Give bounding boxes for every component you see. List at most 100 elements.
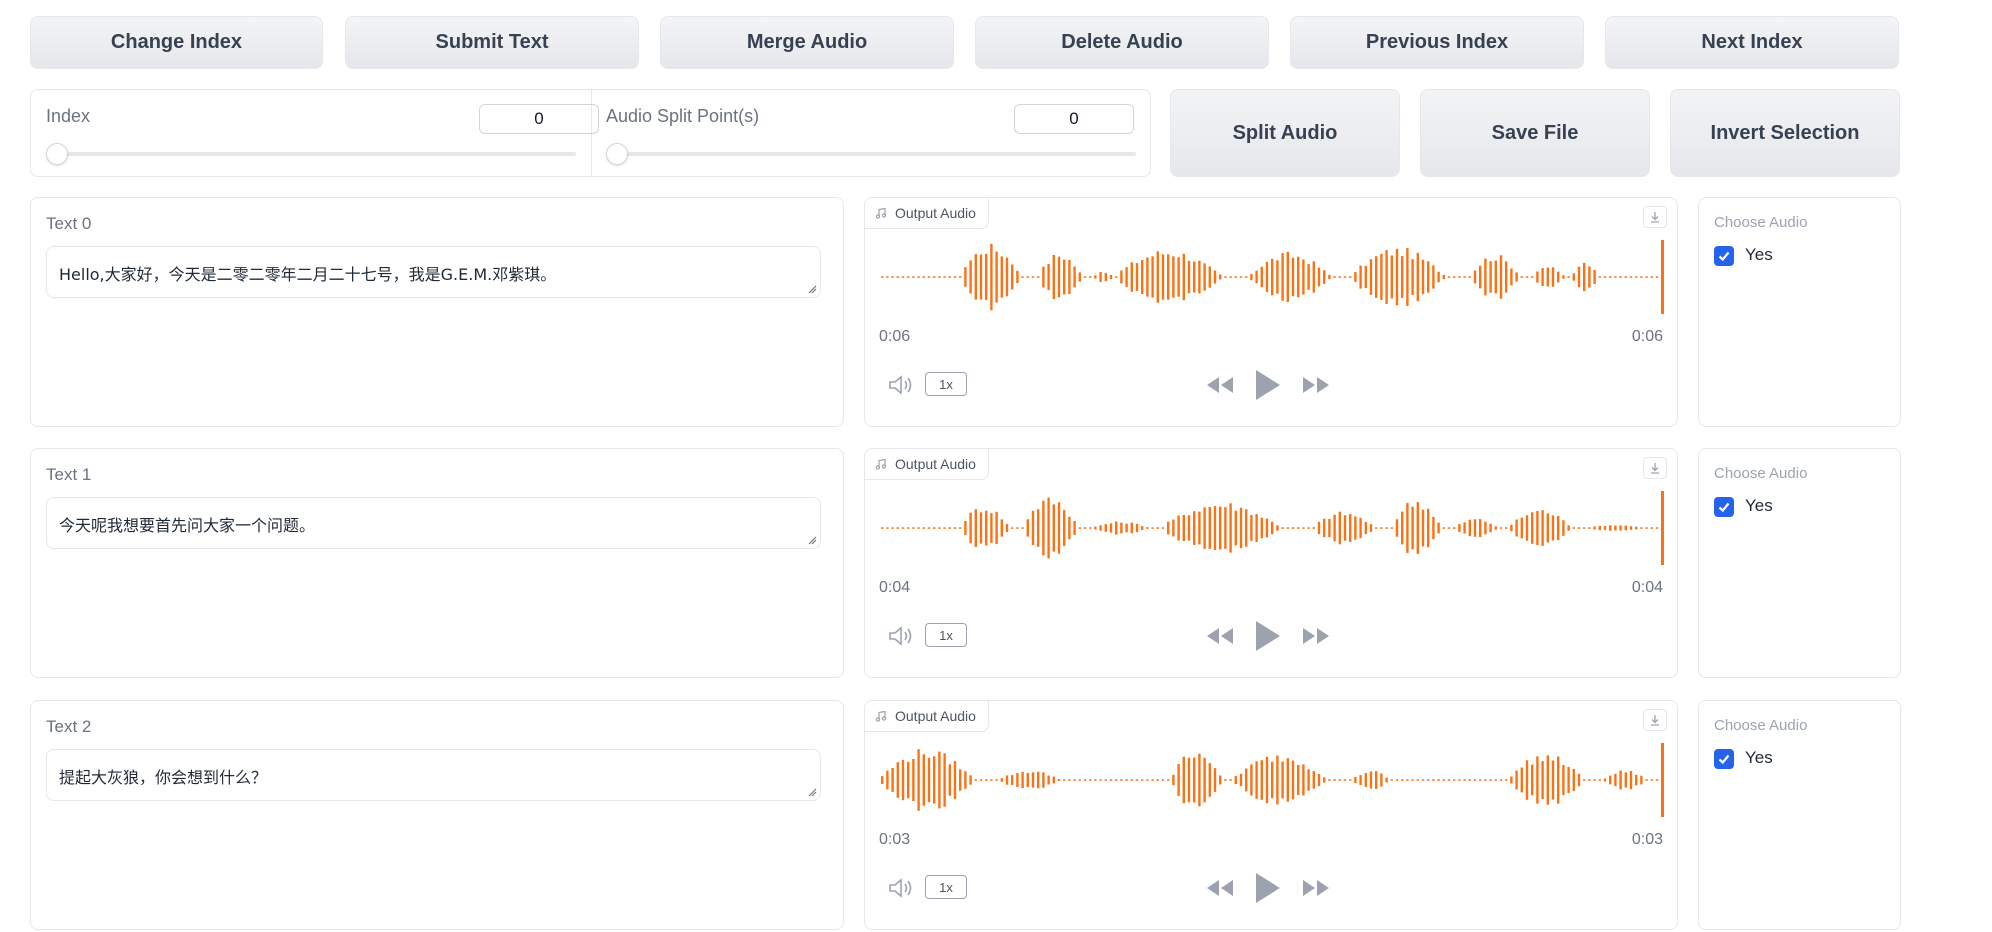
waveform-bar: [1603, 276, 1607, 278]
waveform-bar: [1037, 509, 1040, 547]
split-point-number-input[interactable]: 0: [1014, 104, 1134, 134]
waveform-bar: [1063, 259, 1066, 295]
rewind-icon[interactable]: [1205, 878, 1235, 898]
waveform-bar: [1635, 526, 1638, 530]
waveform-bar: [1421, 259, 1425, 295]
split-audio-button[interactable]: Split Audio: [1170, 89, 1400, 177]
split-slider-track[interactable]: [606, 152, 1136, 156]
waveform-bar: [1614, 525, 1617, 531]
volume-icon[interactable]: [887, 877, 915, 899]
waveform-bar: [1510, 776, 1513, 784]
change-index-button[interactable]: Change Index: [30, 16, 323, 69]
waveform-bar: [1640, 276, 1643, 278]
waveform-bar: [1276, 755, 1279, 805]
rewind-icon[interactable]: [1205, 626, 1235, 646]
fast-forward-icon[interactable]: [1301, 375, 1331, 395]
waveform-bar: [1094, 275, 1097, 279]
volume-icon[interactable]: [887, 374, 915, 396]
waveform-bar: [1239, 507, 1243, 549]
waveform-bar: [1135, 779, 1139, 781]
waveform-bar: [1125, 779, 1128, 781]
play-icon[interactable]: [1254, 368, 1282, 402]
download-button[interactable]: [1643, 457, 1667, 479]
index-slider-track[interactable]: [46, 152, 576, 156]
resize-grip-icon[interactable]: [808, 285, 817, 294]
waveform-bar: [1057, 502, 1061, 554]
waveform-bar: [1193, 261, 1196, 293]
playback-speed-button[interactable]: 1x: [925, 875, 967, 899]
fast-forward-icon[interactable]: [1301, 878, 1331, 898]
waveform-bar: [1359, 775, 1362, 785]
waveform-bar: [1094, 526, 1097, 530]
waveform-bar: [1390, 779, 1393, 781]
merge-audio-button[interactable]: Merge Audio: [660, 16, 954, 69]
waveform-bar: [1265, 756, 1269, 804]
download-button[interactable]: [1643, 709, 1667, 731]
save-file-button[interactable]: Save File: [1420, 89, 1650, 177]
split-slider-group: Audio Split Point(s) 0: [591, 90, 1151, 176]
waveform-bar: [1541, 268, 1544, 286]
waveform-bar: [1271, 521, 1274, 535]
waveform-bar: [1120, 270, 1123, 284]
waveform-playhead[interactable]: [1661, 743, 1664, 817]
waveform-bar: [1115, 276, 1118, 278]
waveform-bar: [1297, 256, 1300, 298]
waveform-bar: [1333, 276, 1336, 278]
text-input[interactable]: Hello,大家好，今天是二零二零年二月二十七号，我是G.E.M.邓紫琪。: [46, 246, 821, 298]
waveform[interactable]: [879, 491, 1665, 565]
play-icon[interactable]: [1254, 871, 1282, 905]
play-icon[interactable]: [1254, 619, 1282, 653]
fast-forward-icon[interactable]: [1301, 626, 1331, 646]
split-slider-thumb[interactable]: [606, 143, 628, 165]
waveform-bar: [901, 276, 905, 278]
text-input[interactable]: 提起大灰狼，你会想到什么？: [46, 749, 821, 801]
waveform-bar: [1219, 274, 1222, 280]
waveform-bar: [1011, 527, 1014, 529]
waveform-bar: [1427, 508, 1430, 548]
waveform-bar: [1515, 770, 1518, 790]
playback-speed-button[interactable]: 1x: [925, 372, 967, 396]
download-button[interactable]: [1643, 206, 1667, 228]
text-input[interactable]: 今天呢我想要首先问大家一个问题。: [46, 497, 821, 549]
previous-index-button[interactable]: Previous Index: [1290, 16, 1584, 69]
waveform-playhead[interactable]: [1661, 491, 1664, 565]
resize-grip-icon[interactable]: [808, 788, 817, 797]
playback-speed-button[interactable]: 1x: [925, 623, 967, 647]
yes-label: Yes: [1745, 496, 1773, 515]
text-label: Text 0: [46, 214, 92, 233]
choose-audio-checkbox[interactable]: [1714, 749, 1734, 769]
waveform-bar: [1312, 527, 1315, 529]
rewind-icon[interactable]: [1205, 375, 1235, 395]
index-number-input[interactable]: 0: [479, 104, 599, 134]
choose-audio-checkbox[interactable]: [1714, 497, 1734, 517]
waveform-bar: [1042, 266, 1045, 288]
choose-audio-checkbox[interactable]: [1714, 246, 1734, 266]
waveform-bar: [1104, 524, 1107, 532]
waveform-bar: [985, 779, 988, 781]
waveform-bar: [1000, 778, 1003, 782]
waveform-bar: [959, 527, 962, 529]
waveform-bar: [1650, 276, 1653, 278]
resize-grip-icon[interactable]: [808, 536, 817, 545]
waveform-bar: [1042, 772, 1045, 788]
waveform-bar: [1364, 773, 1367, 787]
next-index-button[interactable]: Next Index: [1605, 16, 1899, 69]
waveform-bar: [1390, 255, 1393, 299]
waveform-bar: [912, 276, 915, 278]
index-slider-thumb[interactable]: [46, 143, 68, 165]
waveform-bar: [1125, 267, 1128, 287]
waveform-bar: [1624, 525, 1627, 531]
waveform[interactable]: [879, 240, 1665, 314]
waveform-bar: [1177, 515, 1180, 541]
waveform-bar: [1349, 514, 1352, 542]
waveform[interactable]: [879, 743, 1665, 817]
waveform-playhead[interactable]: [1661, 240, 1664, 314]
submit-text-button[interactable]: Submit Text: [345, 16, 639, 69]
delete-audio-button[interactable]: Delete Audio: [975, 16, 1269, 69]
waveform-bar: [990, 243, 993, 311]
volume-icon[interactable]: [887, 625, 915, 647]
waveform-bar: [1531, 764, 1534, 796]
invert-selection-button[interactable]: Invert Selection: [1670, 89, 1900, 177]
choose-audio-label: Choose Audio: [1714, 214, 1808, 231]
waveform-bar: [1109, 779, 1113, 781]
